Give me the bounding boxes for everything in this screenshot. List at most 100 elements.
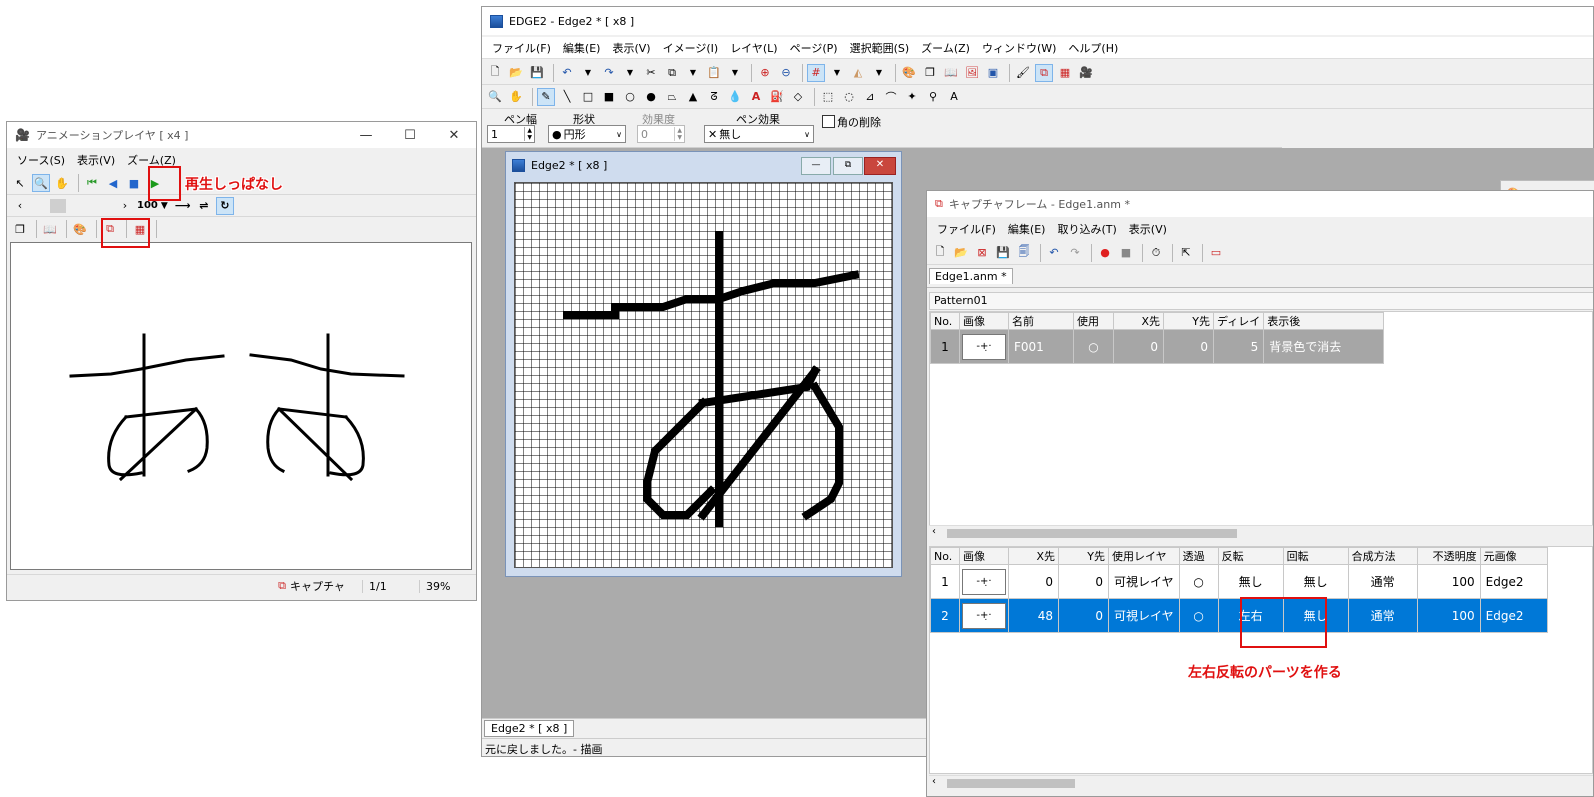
save-all-icon[interactable]: 🗐	[1015, 244, 1033, 262]
frame-use[interactable]: ○	[1073, 329, 1114, 364]
part-opacity[interactable]: 100	[1416, 598, 1481, 633]
menu-view[interactable]: 表示(V)	[71, 152, 121, 168]
col-image[interactable]: 画像	[959, 312, 1009, 330]
hand-tool-icon[interactable]: ✋	[53, 174, 71, 192]
col-use[interactable]: 使用	[1073, 312, 1114, 330]
scrollbar-thumb[interactable]	[947, 529, 1237, 538]
loop-icon[interactable]: ↻	[215, 196, 234, 215]
scroll-right-icon[interactable]: ›	[116, 197, 134, 215]
redo-icon[interactable]: ↷	[1066, 244, 1084, 262]
stop-icon[interactable]: ■	[125, 174, 143, 192]
zoom-out-icon[interactable]: ⊖	[777, 64, 795, 82]
palette-icon[interactable]: 🎨	[71, 220, 89, 238]
menu-import[interactable]: 取り込み(T)	[1051, 221, 1122, 237]
step-back-icon[interactable]: ◀	[104, 174, 122, 192]
window-icon[interactable]: ▣	[984, 64, 1002, 82]
player-canvas[interactable]	[10, 242, 472, 570]
open-folder-icon[interactable]: 📂	[507, 64, 525, 82]
part-opacity[interactable]: 100	[1416, 564, 1481, 599]
stop-icon[interactable]: ■	[1117, 244, 1135, 262]
part-blend[interactable]: 通常	[1347, 598, 1418, 633]
doc-close-button[interactable]: ✕	[864, 157, 896, 175]
rectangle-tool-icon[interactable]: □	[579, 88, 597, 106]
lasso-select-icon[interactable]: ⌒	[882, 88, 900, 106]
menu-file[interactable]: ファイル(F)	[931, 221, 1002, 237]
col-image[interactable]: 画像	[959, 547, 1009, 565]
part-source[interactable]: Edge2	[1479, 598, 1548, 633]
hand-tool-icon[interactable]: ✋	[507, 88, 525, 106]
document-tab[interactable]: Edge2 * [ x8 ]	[484, 720, 575, 737]
spinner-arrows-icon[interactable]: ▲ ▼	[674, 127, 684, 141]
speed-slider-thumb[interactable]	[50, 198, 66, 213]
menu-page[interactable]: ページ(P)	[784, 40, 844, 56]
menu-window[interactable]: ウィンドウ(W)	[976, 40, 1062, 56]
pixel-canvas[interactable]	[514, 182, 893, 568]
edge2-titlebar[interactable]: EDGE2 - Edge2 * [ x8 ]	[482, 7, 1593, 35]
col-flip[interactable]: 反転	[1217, 547, 1284, 565]
curve-tool-icon[interactable]: ᘔ	[705, 88, 723, 106]
pen-tool-icon[interactable]: ✎	[537, 87, 555, 106]
ellipse-tool-icon[interactable]: ○	[621, 88, 639, 106]
zoom-in-icon[interactable]: ⊕	[756, 64, 774, 82]
fill-tool-icon[interactable]: 💧	[726, 88, 744, 106]
doc-restore-button[interactable]: ⧉	[833, 157, 863, 175]
layers-icon[interactable]: ❐	[11, 220, 29, 238]
layers-icon[interactable]: ❐	[921, 64, 939, 82]
zoom-value[interactable]: 100	[137, 200, 158, 211]
chevron-down-icon[interactable]: ▼	[828, 64, 846, 82]
animation-player-titlebar[interactable]: 🎥 アニメーションプレイヤ [ x4 ] — ☐ ✕	[7, 122, 476, 148]
magic-wand-icon[interactable]: ✦	[903, 88, 921, 106]
chevron-down-icon[interactable]: ▼	[726, 64, 744, 82]
col-delay[interactable]: ディレイ	[1212, 312, 1265, 330]
cut-icon[interactable]: ✂	[642, 64, 660, 82]
onion-skin-icon[interactable]: ◭	[849, 64, 867, 82]
chevron-down-icon[interactable]: ▼	[161, 201, 168, 211]
close-file-icon[interactable]: ⊠	[973, 244, 991, 262]
scroll-left-icon[interactable]: ‹	[932, 776, 936, 787]
picture-icon[interactable]: 🖼	[963, 64, 981, 82]
chevron-down-icon[interactable]: ▼	[684, 64, 702, 82]
filled-ellipse-tool-icon[interactable]: ●	[642, 88, 660, 106]
camera-icon[interactable]: 🎥	[1077, 64, 1095, 82]
col-opacity[interactable]: 不透明度	[1416, 547, 1481, 565]
menu-view[interactable]: 表示(V)	[1123, 221, 1173, 237]
col-source[interactable]: 元画像	[1479, 547, 1548, 565]
line-tool-icon[interactable]: ╲	[558, 88, 576, 106]
brush-palette-icon[interactable]: 🖌	[1014, 64, 1032, 82]
part-flip[interactable]: 無し	[1217, 564, 1284, 599]
pingpong-icon[interactable]: ⇌	[195, 197, 213, 215]
chevron-down-icon[interactable]: ▼	[870, 64, 888, 82]
ellipse-select-icon[interactable]: ◌	[840, 88, 858, 106]
col-blend[interactable]: 合成方法	[1347, 547, 1418, 565]
rect-select-icon[interactable]: ⬚	[819, 88, 837, 106]
col-x[interactable]: X先	[1113, 312, 1164, 330]
zoom-tool-icon[interactable]: 🔍	[32, 174, 50, 192]
bucket-tool-icon[interactable]: ⛽	[768, 88, 786, 106]
film-icon[interactable]: ▦	[1056, 64, 1074, 82]
menu-zoom[interactable]: ズーム(Z)	[915, 40, 976, 56]
scroll-left-icon[interactable]: ‹	[11, 197, 29, 215]
new-file-icon[interactable]: 🗋	[486, 64, 504, 82]
chevron-down-icon[interactable]: ∨	[804, 130, 810, 139]
scrollbar-thumb[interactable]	[947, 779, 1075, 788]
doc-minimize-button[interactable]: —	[801, 157, 831, 175]
col-name[interactable]: 名前	[1008, 312, 1074, 330]
save-icon[interactable]: 💾	[994, 244, 1012, 262]
spinner-arrows-icon[interactable]: ▲ ▼	[524, 127, 534, 141]
undo-icon[interactable]: ↶	[558, 64, 576, 82]
close-button[interactable]: ✕	[432, 122, 476, 148]
col-no[interactable]: No.	[930, 547, 960, 565]
menu-source[interactable]: ソース(S)	[11, 152, 71, 168]
part-layer[interactable]: 可視レイヤ	[1108, 598, 1180, 633]
palette-icon[interactable]: 🎨	[900, 64, 918, 82]
grid-icon[interactable]: #	[807, 63, 825, 82]
scroll-left-icon[interactable]: ‹	[932, 526, 936, 537]
effect-level-spinner[interactable]: 0 ▲ ▼	[637, 125, 685, 143]
part-transparent[interactable]: ○	[1178, 564, 1219, 599]
book-icon[interactable]: 📖	[41, 220, 59, 238]
file-tab[interactable]: Edge1.anm *	[929, 268, 1013, 284]
pen-width-spinner[interactable]: 1 ▲ ▼	[487, 125, 535, 143]
pointer-tool-icon[interactable]: ↖	[11, 174, 29, 192]
rewind-icon[interactable]: ⏮	[83, 174, 101, 192]
col-transparent[interactable]: 透過	[1178, 547, 1219, 565]
